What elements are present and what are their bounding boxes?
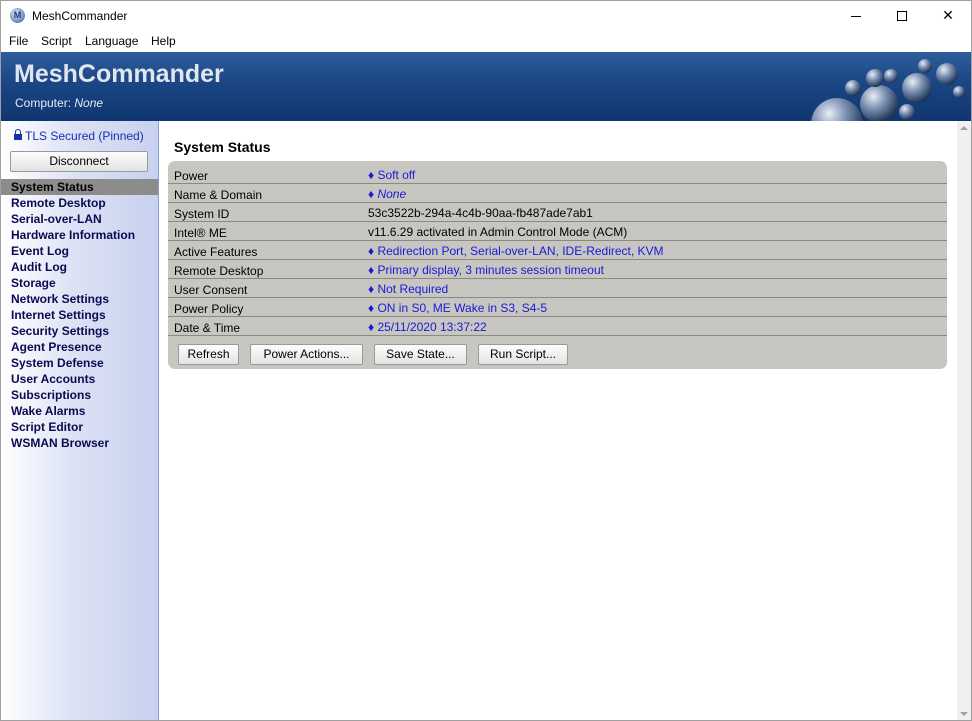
header-banner: MeshCommander Computer: None: [1, 52, 971, 121]
sidebar-item-system-status[interactable]: System Status: [1, 179, 158, 195]
scroll-up-button[interactable]: [957, 121, 971, 135]
sidebar-item-script-editor[interactable]: Script Editor: [1, 419, 158, 435]
status-row-date-time: Date & Time ♦ 25/11/2020 13:37:22: [168, 317, 947, 336]
row-label: User Consent: [174, 283, 248, 297]
disconnect-button[interactable]: Disconnect: [10, 151, 148, 172]
scroll-down-button[interactable]: [957, 707, 971, 720]
menu-bar: File Script Language Help: [1, 31, 971, 51]
sidebar-item-hardware-information[interactable]: Hardware Information: [1, 227, 158, 243]
tls-status-text: TLS Secured (Pinned): [25, 129, 144, 143]
power-policy-link[interactable]: ♦ ON in S0, ME Wake in S3, S4-5: [368, 301, 547, 315]
computer-value: None: [74, 96, 104, 110]
computer-name: Computer: None: [15, 96, 103, 110]
sidebar: TLS Secured (Pinned) Disconnect System S…: [1, 121, 159, 720]
menu-file[interactable]: File: [9, 34, 28, 48]
status-row-power-policy: Power Policy ♦ ON in S0, ME Wake in S3, …: [168, 298, 947, 317]
status-row-power: Power ♦ Soft off: [168, 165, 947, 184]
sidebar-nav: System Status Remote Desktop Serial-over…: [1, 179, 158, 451]
sidebar-item-system-defense[interactable]: System Defense: [1, 355, 158, 371]
banner-title: MeshCommander: [14, 60, 224, 88]
power-actions-button[interactable]: Power Actions...: [250, 344, 363, 365]
app-window: M MeshCommander ✕ File Script Language H…: [0, 0, 972, 721]
name-domain-link[interactable]: ♦ None: [368, 187, 406, 201]
close-icon: ✕: [942, 8, 954, 24]
row-label: Active Features: [174, 245, 258, 259]
row-label: Power Policy: [174, 302, 244, 316]
row-label: System ID: [174, 207, 230, 221]
user-consent-link[interactable]: ♦ Not Required: [368, 282, 448, 296]
status-row-name-domain: Name & Domain ♦ None: [168, 184, 947, 203]
active-features-link[interactable]: ♦ Redirection Port, Serial-over-LAN, IDE…: [368, 244, 664, 258]
sidebar-item-audit-log[interactable]: Audit Log: [1, 259, 158, 275]
vertical-scrollbar[interactable]: [957, 121, 971, 720]
remote-desktop-link[interactable]: ♦ Primary display, 3 minutes session tim…: [368, 263, 604, 277]
sidebar-item-storage[interactable]: Storage: [1, 275, 158, 291]
bubbles-logo-icon: [811, 59, 965, 121]
sidebar-item-user-accounts[interactable]: User Accounts: [1, 371, 158, 387]
menu-script[interactable]: Script: [41, 34, 72, 48]
run-script-button[interactable]: Run Script...: [478, 344, 568, 365]
app-logo-icon: M: [10, 8, 25, 23]
minimize-button[interactable]: [833, 1, 879, 31]
system-status-panel: Power ♦ Soft off Name & Domain ♦ None Sy…: [168, 161, 947, 369]
row-label: Name & Domain: [174, 188, 263, 202]
sidebar-item-agent-presence[interactable]: Agent Presence: [1, 339, 158, 355]
menu-help[interactable]: Help: [151, 34, 176, 48]
date-time-link[interactable]: ♦ 25/11/2020 13:37:22: [368, 320, 487, 334]
sidebar-item-security-settings[interactable]: Security Settings: [1, 323, 158, 339]
system-id-value: 53c3522b-294a-4c4b-90aa-fb487ade7ab1: [368, 206, 593, 220]
maximize-icon: [897, 11, 907, 21]
page-title: System Status: [174, 139, 271, 155]
status-row-system-id: System ID 53c3522b-294a-4c4b-90aa-fb487a…: [168, 203, 947, 222]
computer-label: Computer:: [15, 96, 75, 110]
save-state-button[interactable]: Save State...: [374, 344, 467, 365]
status-row-active-features: Active Features ♦ Redirection Port, Seri…: [168, 241, 947, 260]
maximize-button[interactable]: [879, 1, 925, 31]
sidebar-item-wake-alarms[interactable]: Wake Alarms: [1, 403, 158, 419]
sidebar-item-event-log[interactable]: Event Log: [1, 243, 158, 259]
close-button[interactable]: ✕: [925, 1, 971, 31]
row-label: Power: [174, 169, 209, 183]
refresh-button[interactable]: Refresh: [178, 344, 239, 365]
menu-language[interactable]: Language: [85, 34, 138, 48]
window-title: MeshCommander: [32, 9, 128, 23]
title-bar: M MeshCommander ✕: [1, 1, 971, 31]
row-label: Intel® ME: [174, 226, 227, 240]
chevron-down-icon: [960, 712, 968, 716]
status-row-remote-desktop: Remote Desktop ♦ Primary display, 3 minu…: [168, 260, 947, 279]
sidebar-item-network-settings[interactable]: Network Settings: [1, 291, 158, 307]
status-row-intel-me: Intel® ME v11.6.29 activated in Admin Co…: [168, 222, 947, 241]
status-row-user-consent: User Consent ♦ Not Required: [168, 279, 947, 298]
sidebar-item-remote-desktop[interactable]: Remote Desktop: [1, 195, 158, 211]
tls-status: TLS Secured (Pinned): [14, 129, 144, 143]
main-content: System Status Power ♦ Soft off Name & Do…: [160, 121, 957, 720]
sidebar-item-serial-over-lan[interactable]: Serial-over-LAN: [1, 211, 158, 227]
row-label: Remote Desktop: [174, 264, 264, 278]
power-state-link[interactable]: ♦ Soft off: [368, 168, 415, 182]
intel-me-value: v11.6.29 activated in Admin Control Mode…: [368, 225, 628, 239]
chevron-up-icon: [960, 126, 968, 130]
minimize-icon: [851, 16, 861, 17]
sidebar-item-subscriptions[interactable]: Subscriptions: [1, 387, 158, 403]
sidebar-item-internet-settings[interactable]: Internet Settings: [1, 307, 158, 323]
sidebar-item-wsman-browser[interactable]: WSMAN Browser: [1, 435, 158, 451]
lock-icon: [14, 129, 22, 141]
row-label: Date & Time: [174, 321, 241, 335]
